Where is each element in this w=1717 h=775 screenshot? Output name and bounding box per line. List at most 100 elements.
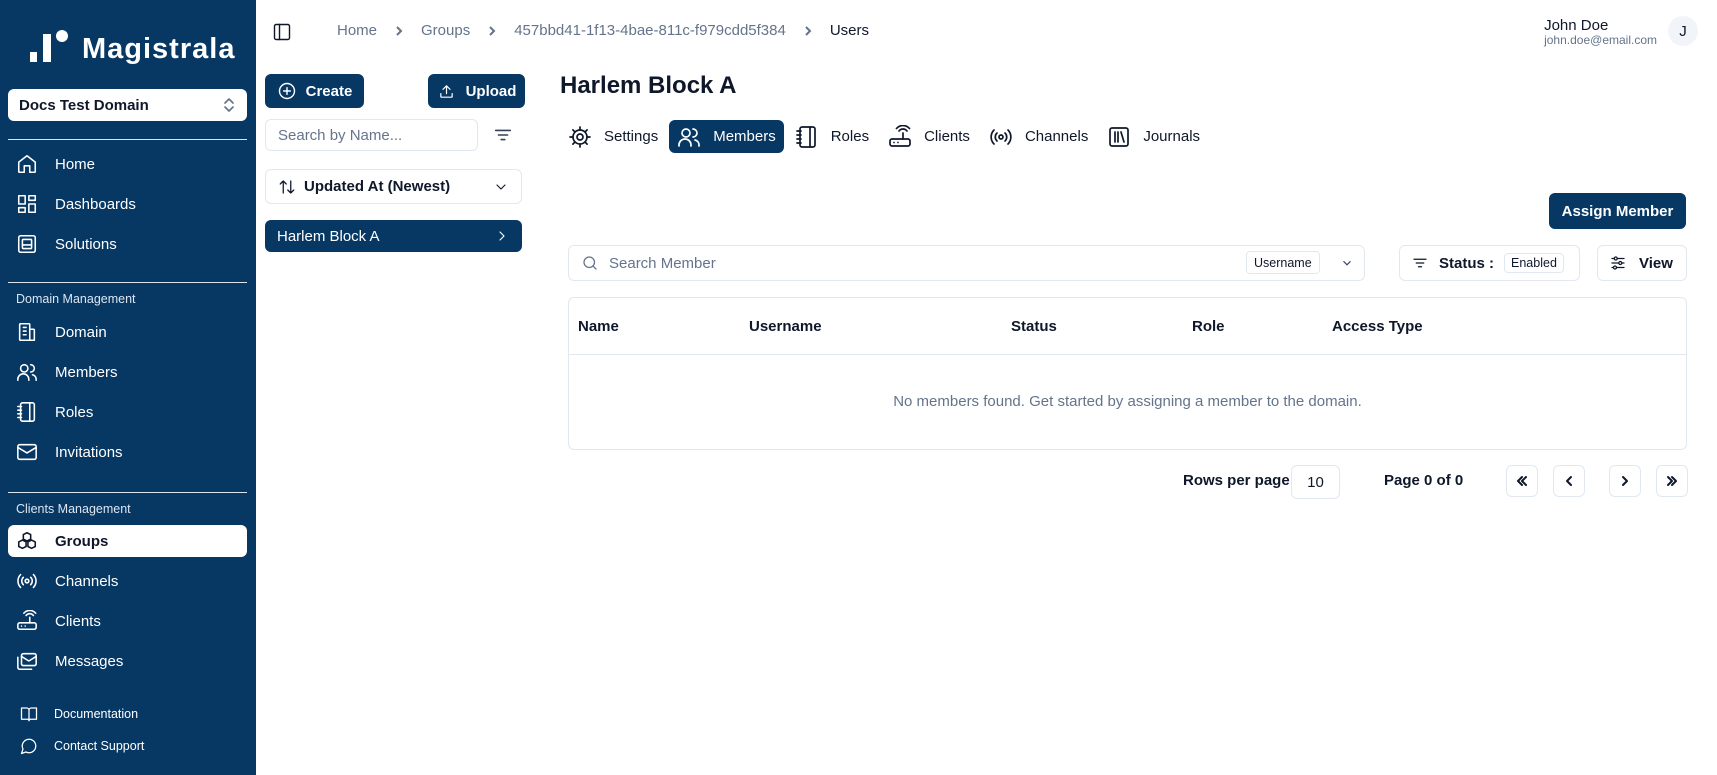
sidebar-item-invitations[interactable]: Invitations [8,436,247,468]
next-page-button[interactable] [1609,465,1641,497]
router-icon [888,124,912,149]
domain-select[interactable]: Docs Test Domain [8,89,247,121]
status-badge: Enabled [1504,253,1564,273]
tab-clients[interactable]: Clients [880,120,978,153]
chevrons-right-icon [1667,476,1677,486]
section-heading-clients-management: Clients Management [16,502,131,516]
logo-mark-icon [26,28,70,64]
domain-select-value: Docs Test Domain [19,96,149,114]
search-field-select[interactable]: Username [1246,251,1320,274]
sidebar-item-roles[interactable]: Roles [8,396,247,428]
brand-logo[interactable]: Magistrala [26,28,235,64]
dashboard-icon [16,193,38,215]
sidebar-item-label: Roles [55,403,94,421]
first-page-button[interactable] [1506,465,1538,497]
sort-select[interactable]: Updated At (Newest) [265,169,522,204]
book-icon [20,705,38,723]
mails-icon [16,650,38,672]
sidebar-item-label: Domain [55,323,107,341]
rows-per-page-select[interactable]: 10 [1291,465,1340,499]
breadcrumb-home[interactable]: Home [337,22,377,39]
status-filter-button[interactable]: Status : Enabled [1399,245,1580,281]
user-info[interactable]: John Doe john.doe@email.com [1544,18,1657,47]
tab-label: Clients [924,128,970,145]
group-search-input[interactable]: Search by Name... [265,119,478,151]
sidebar-link-contact-support[interactable]: Contact Support [20,734,144,758]
chevron-right-icon [486,25,498,37]
page-indicator: Page 0 of 0 [1384,472,1464,489]
user-email: john.doe@email.com [1544,33,1657,47]
members-table: Name Username Status Role Access Type No… [568,297,1687,450]
radio-icon [16,570,38,592]
building-icon [16,321,38,343]
sidebar-item-members[interactable]: Members [8,356,247,388]
avatar[interactable]: J [1668,16,1698,46]
sliders-icon [1609,254,1627,272]
tab-label: Members [713,128,776,145]
chevron-right-icon [393,25,405,37]
rows-per-page-label: Rows per page [1183,472,1290,489]
sidebar-item-channels[interactable]: Channels [8,565,247,597]
chevron-down-icon[interactable] [1340,256,1354,270]
sidebar-divider [8,282,247,283]
sidebar-link-label: Documentation [54,707,139,721]
library-icon [1107,125,1131,149]
tab-label: Journals [1143,128,1201,145]
last-page-button[interactable] [1656,465,1688,497]
column-header-name[interactable]: Name [578,318,619,335]
member-search-placeholder: Search Member [609,254,716,272]
create-button-label: Create [305,82,353,100]
tab-label: Settings [604,128,659,145]
sidebar-divider [8,492,247,493]
sidebar-item-solutions[interactable]: Solutions [8,228,247,260]
chevrons-left-icon [1517,476,1527,486]
column-header-role[interactable]: Role [1192,318,1225,335]
chevron-right-icon [494,228,510,244]
sidebar-item-label: Groups [55,532,109,550]
view-options-button[interactable]: View [1597,245,1687,281]
sidebar-item-label: Messages [55,652,124,670]
chevron-right-icon [802,25,814,37]
sidebar-link-label: Contact Support [54,739,145,753]
sidebar-item-messages[interactable]: Messages [8,645,247,677]
chevron-right-icon [1622,476,1628,486]
status-filter-label: Status : [1439,254,1495,272]
tab-roles[interactable]: Roles [787,120,877,153]
sidebar-link-documentation[interactable]: Documentation [20,702,138,726]
tab-settings[interactable]: Settings [560,120,666,153]
router-icon [16,610,38,632]
prev-page-button[interactable] [1553,465,1585,497]
filter-icon[interactable] [492,124,514,146]
section-heading-domain-management: Domain Management [16,292,136,306]
upload-button[interactable]: Upload [428,74,525,108]
group-list-item[interactable]: Harlem Block A [265,220,522,252]
tab-members[interactable]: Members [669,120,784,153]
boxes-icon [16,530,38,552]
brand-name: Magistrala [82,33,236,65]
breadcrumb-group-id[interactable]: 457bbd41-1f13-4bae-811c-f979cdd5f384 [514,22,786,39]
sidebar-item-label: Dashboards [55,195,136,213]
sidebar-item-label: Solutions [55,235,117,253]
sidebar-item-home[interactable]: Home [8,148,247,180]
create-button[interactable]: Create [265,74,364,108]
sidebar-item-dashboards[interactable]: Dashboards [8,188,247,220]
plus-circle-icon [277,81,297,101]
sidebar-toggle-icon[interactable] [272,22,292,42]
column-header-access-type[interactable]: Access Type [1332,318,1423,335]
tab-channels[interactable]: Channels [981,120,1096,153]
tab-journals[interactable]: Journals [1099,120,1208,153]
view-button-label: View [1639,254,1673,272]
sidebar-item-domain[interactable]: Domain [8,316,247,348]
table-header: Name Username Status Role Access Type [569,298,1686,355]
tab-bar: Settings Members Roles Clients Channels … [560,120,1208,153]
column-header-username[interactable]: Username [749,318,822,335]
sidebar-item-clients[interactable]: Clients [8,605,247,637]
sort-arrows-icon [278,178,296,196]
solutions-icon [16,233,38,255]
sidebar-item-label: Clients [55,612,101,630]
sidebar-item-groups[interactable]: Groups [8,525,247,557]
breadcrumb-groups[interactable]: Groups [421,22,470,39]
sidebar-item-label: Invitations [55,443,123,461]
column-header-status[interactable]: Status [1011,318,1057,335]
assign-member-button[interactable]: Assign Member [1549,193,1686,229]
